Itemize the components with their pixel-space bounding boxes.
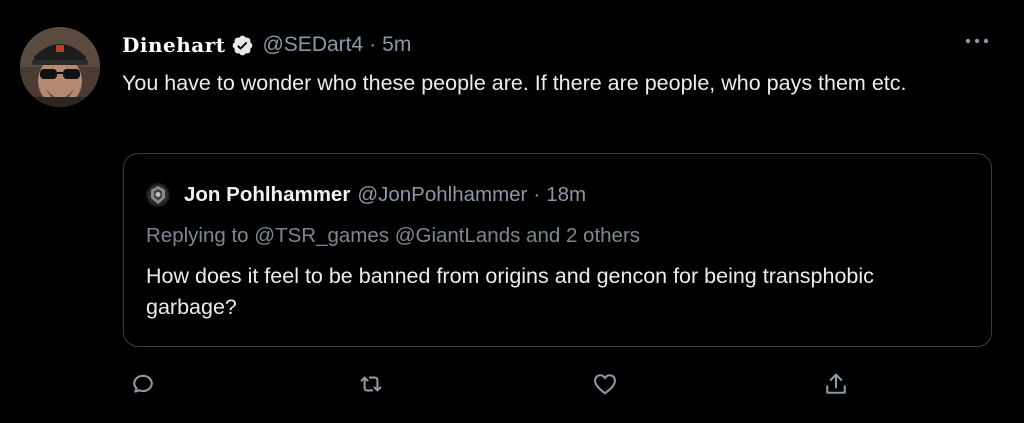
retweet-icon[interactable]: [357, 370, 385, 398]
quoted-tweet[interactable]: Jon Pohlhammer @JonPohlhammer · 18m Repl…: [123, 153, 992, 347]
user-handle[interactable]: @SEDart4: [262, 33, 363, 57]
quoted-tweet-header: Jon Pohlhammer @JonPohlhammer · 18m: [146, 181, 586, 209]
quoted-separator: ·: [533, 183, 541, 206]
quoted-avatar: [146, 183, 170, 207]
tweet[interactable]: Dinehart @SEDart4 · 5m You have to wonde…: [0, 0, 1024, 423]
share-icon[interactable]: [822, 370, 850, 398]
quoted-tweet-text: How does it feel to be banned from origi…: [146, 264, 874, 319]
heart-icon[interactable]: [591, 370, 619, 398]
tweet-text: You have to wonder who these people are.…: [122, 71, 907, 95]
action-bar: [0, 370, 1024, 400]
timestamp[interactable]: 5m: [382, 33, 411, 57]
more-options-icon[interactable]: [964, 34, 990, 46]
display-name[interactable]: Dinehart: [122, 33, 225, 57]
separator: ·: [369, 33, 377, 56]
quoted-timestamp[interactable]: 18m: [546, 183, 586, 207]
verified-badge-icon: [231, 34, 254, 57]
avatar[interactable]: [20, 27, 100, 107]
tweet-header: Dinehart @SEDart4 · 5m: [122, 30, 411, 60]
comment-icon[interactable]: [129, 370, 157, 398]
replying-to: Replying to @TSR_games @GiantLands and 2…: [146, 224, 641, 247]
quoted-display-name[interactable]: Jon Pohlhammer: [184, 183, 350, 207]
quoted-user-handle[interactable]: @JonPohlhammer: [357, 183, 527, 207]
